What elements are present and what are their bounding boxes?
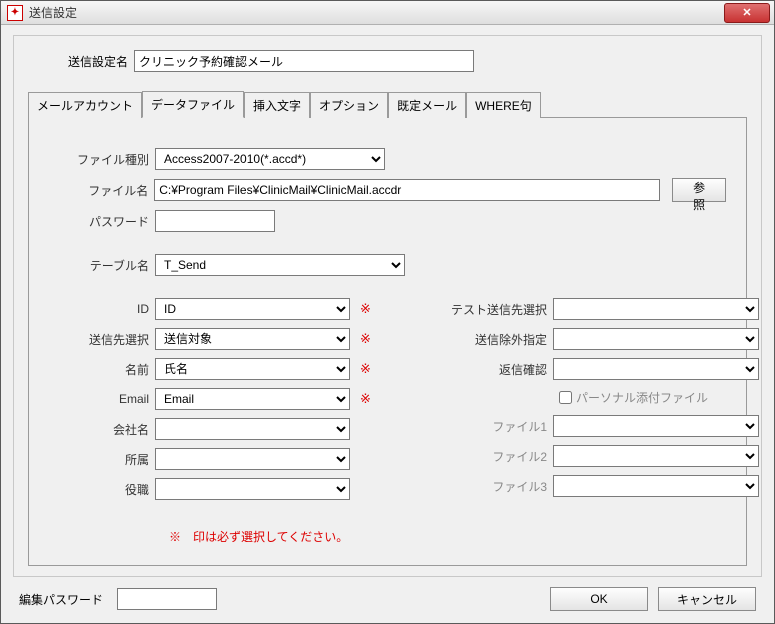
table-name-label: テーブル名 bbox=[49, 257, 149, 274]
tab-panel-data-file: ファイル種別 Access2007-2010(*.accd*) ファイル名 参照… bbox=[28, 117, 747, 566]
window: ✦ 送信設定 ✕ 送信設定名 メールアカウント データファイル 挿入文字 オプシ… bbox=[0, 0, 775, 624]
password-label: パスワード bbox=[49, 213, 149, 230]
app-icon: ✦ bbox=[7, 5, 23, 21]
exclude-select[interactable] bbox=[553, 328, 759, 350]
tab-mail-account[interactable]: メールアカウント bbox=[28, 92, 142, 118]
id-select[interactable]: ID bbox=[155, 298, 350, 320]
position-select[interactable] bbox=[155, 478, 350, 500]
setting-name-label: 送信設定名 bbox=[48, 53, 128, 70]
ok-button[interactable]: OK bbox=[550, 587, 648, 611]
file2-select[interactable] bbox=[553, 445, 759, 467]
exclude-label: 送信除外指定 bbox=[449, 331, 547, 348]
reply-confirm-select[interactable] bbox=[553, 358, 759, 380]
file-name-label: ファイル名 bbox=[49, 182, 148, 199]
cancel-button[interactable]: キャンセル bbox=[658, 587, 756, 611]
name-select[interactable]: 氏名 bbox=[155, 358, 350, 380]
setting-name-input[interactable] bbox=[134, 50, 474, 72]
dest-required-mark: ※ bbox=[360, 331, 371, 347]
company-label: 会社名 bbox=[49, 421, 149, 438]
setting-name-row: 送信設定名 bbox=[28, 50, 747, 72]
window-title: 送信設定 bbox=[29, 4, 724, 21]
company-select[interactable] bbox=[155, 418, 350, 440]
personal-attach-checkbox[interactable] bbox=[559, 391, 572, 404]
email-required-mark: ※ bbox=[360, 391, 371, 407]
file-type-select[interactable]: Access2007-2010(*.accd*) bbox=[155, 148, 385, 170]
content-area: 送信設定名 メールアカウント データファイル 挿入文字 オプション 既定メール … bbox=[1, 25, 774, 623]
id-required-mark: ※ bbox=[360, 301, 371, 317]
name-required-mark: ※ bbox=[360, 361, 371, 377]
file-name-input[interactable] bbox=[154, 179, 660, 201]
edit-password-input[interactable] bbox=[117, 588, 217, 610]
dest-select-label: 送信先選択 bbox=[49, 331, 149, 348]
tab-default-mail[interactable]: 既定メール bbox=[388, 92, 466, 118]
file3-label: ファイル3 bbox=[449, 478, 547, 495]
id-label: ID bbox=[49, 302, 149, 316]
table-name-select[interactable]: T_Send bbox=[155, 254, 405, 276]
file3-select[interactable] bbox=[553, 475, 759, 497]
titlebar: ✦ 送信設定 ✕ bbox=[1, 1, 774, 25]
outer-frame: 送信設定名 メールアカウント データファイル 挿入文字 オプション 既定メール … bbox=[13, 35, 762, 577]
reply-confirm-label: 返信確認 bbox=[449, 361, 547, 378]
tab-data-file[interactable]: データファイル bbox=[142, 91, 244, 118]
tab-option[interactable]: オプション bbox=[310, 92, 388, 118]
browse-button[interactable]: 参照 bbox=[672, 178, 726, 202]
test-dest-label: テスト送信先選択 bbox=[449, 301, 547, 318]
department-select[interactable] bbox=[155, 448, 350, 470]
file-type-label: ファイル種別 bbox=[49, 151, 149, 168]
required-note: ※ 印は必ず選択してください。 bbox=[169, 528, 726, 545]
edit-password-label: 編集パスワード bbox=[19, 591, 109, 608]
dest-select[interactable]: 送信対象 bbox=[155, 328, 350, 350]
email-select[interactable]: Email bbox=[155, 388, 350, 410]
password-input[interactable] bbox=[155, 210, 275, 232]
file1-label: ファイル1 bbox=[449, 418, 547, 435]
bottom-bar: 編集パスワード OK キャンセル bbox=[13, 577, 762, 615]
email-label: Email bbox=[49, 392, 149, 406]
file2-label: ファイル2 bbox=[449, 448, 547, 465]
position-label: 役職 bbox=[49, 481, 149, 498]
tab-where[interactable]: WHERE句 bbox=[466, 92, 541, 118]
test-dest-select[interactable] bbox=[553, 298, 759, 320]
close-icon[interactable]: ✕ bbox=[724, 3, 770, 23]
department-label: 所属 bbox=[49, 451, 149, 468]
file1-select[interactable] bbox=[553, 415, 759, 437]
tab-strip: メールアカウント データファイル 挿入文字 オプション 既定メール WHERE句 bbox=[28, 90, 747, 117]
personal-attach-label: パーソナル添付ファイル bbox=[576, 389, 708, 406]
tab-insert-text[interactable]: 挿入文字 bbox=[244, 92, 310, 118]
name-label: 名前 bbox=[49, 361, 149, 378]
